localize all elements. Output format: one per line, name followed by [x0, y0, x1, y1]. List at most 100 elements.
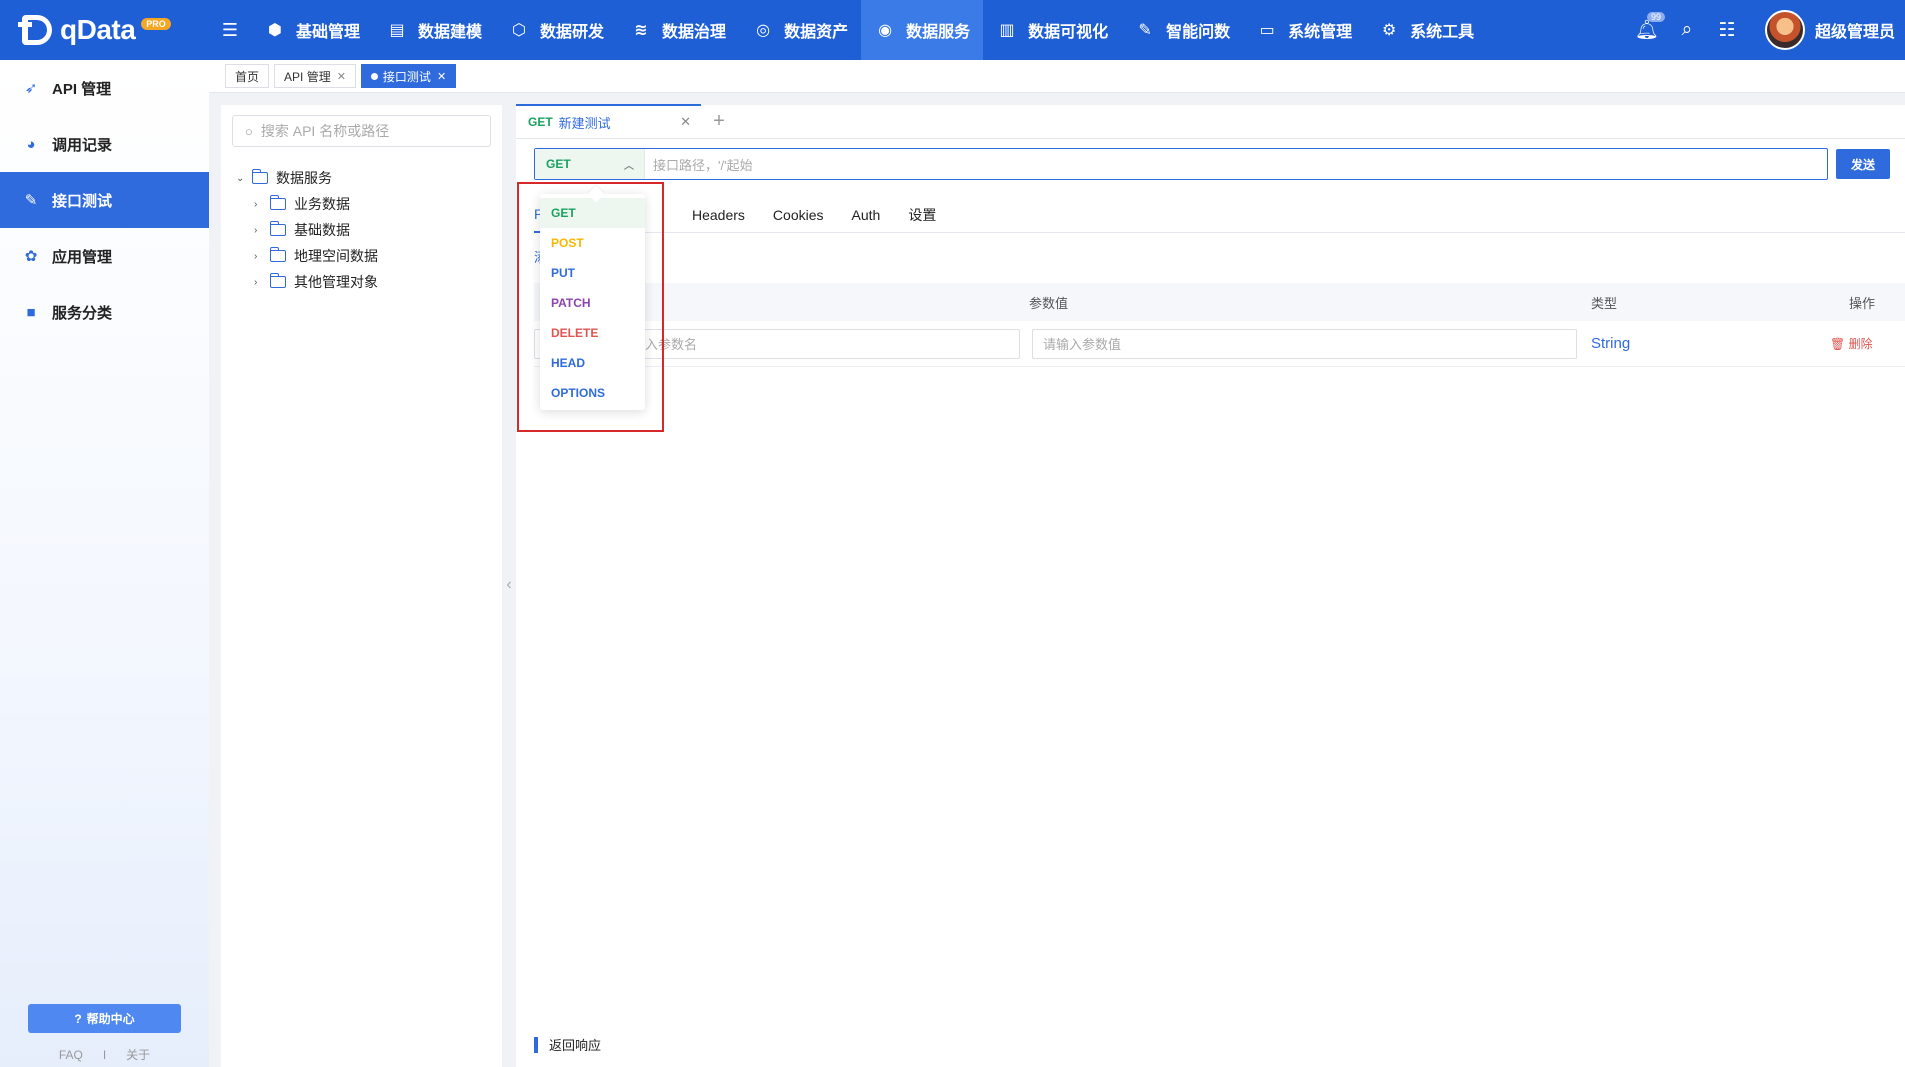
tab-cookies[interactable]: Cookies: [773, 197, 824, 233]
url-bar: GET ︿ 接口路径，'/'起始: [534, 148, 1828, 180]
request-tab-title: 新建测试: [558, 115, 611, 131]
sidebar-item-app-management[interactable]: ✿ 应用管理: [0, 228, 209, 284]
record-icon: ◕: [26, 135, 36, 153]
search-icon: ○: [245, 123, 253, 139]
help-center-button[interactable]: ? 帮助中心: [28, 1004, 181, 1033]
tab-home[interactable]: 首页: [225, 64, 270, 88]
chevron-right-icon[interactable]: ›: [254, 251, 266, 262]
tree-node[interactable]: › 业务数据: [236, 191, 378, 217]
folder-icon: [251, 169, 268, 184]
url-input[interactable]: 接口路径，'/'起始: [645, 155, 753, 174]
apps-icon: ✿: [24, 248, 38, 265]
rocket-icon: ➶: [24, 80, 38, 97]
request-tab-new-test[interactable]: GET 新建测试 ✕: [516, 104, 701, 138]
tab-api-test[interactable]: 接口测试 ✕: [360, 64, 457, 88]
tree-node[interactable]: › 其他管理对象: [236, 269, 378, 295]
tree-node-root[interactable]: ⌄ 数据服务: [236, 165, 378, 191]
about-link[interactable]: 关于: [126, 1048, 150, 1062]
chevron-right-icon[interactable]: ›: [254, 277, 266, 288]
logo-mark-icon: [18, 13, 58, 47]
nav-item-dev[interactable]: ⬡ 数据研发: [495, 0, 617, 60]
table-row: 入参数名 请输入参数值 String 🗑︎ 删除: [534, 321, 1905, 367]
request-tabs: GET 新建测试 ✕ +: [516, 104, 1905, 139]
book-icon: ▤: [389, 22, 405, 39]
footer-separator: I: [102, 1048, 107, 1062]
tree-search-input[interactable]: ○ 搜索 API 名称或路径: [232, 115, 491, 147]
nav-item-system[interactable]: ▭ 系统管理: [1243, 0, 1365, 60]
api-tree-panel: ○ 搜索 API 名称或路径 ⌄ 数据服务 › 业务数据 › 基础数据 › 地理空间数据 …: [221, 105, 502, 1067]
request-panel: GET 新建测试 ✕ + GET ︿ 接口路径，'/'起始 发送 P Heade…: [516, 104, 1905, 1067]
chevron-right-icon[interactable]: ›: [254, 199, 266, 210]
delete-button[interactable]: 🗑︎ 删除: [1830, 335, 1873, 352]
avatar[interactable]: [1764, 10, 1805, 50]
grid-icon[interactable]: ☷: [1707, 0, 1747, 60]
response-section: 返回响应: [534, 1035, 601, 1054]
section-marker: [534, 1036, 538, 1053]
sidebar-item-call-records[interactable]: ◕ 调用记录: [0, 116, 209, 172]
close-icon[interactable]: ✕: [337, 70, 346, 83]
highlight-box: [517, 182, 664, 432]
nav-item-visualization[interactable]: ▥ 数据可视化: [983, 0, 1121, 60]
column-header-type: 类型: [1591, 295, 1618, 311]
tree-node[interactable]: › 地理空间数据: [236, 243, 378, 269]
nav-item-assets[interactable]: ◎ 数据资产: [739, 0, 861, 60]
top-nav: ⬢ 基础管理 ▤ 数据建模 ⬡ 数据研发 ≋ 数据治理 ◎ 数据资产 ◉ 数据服务 ▥ 数据可…: [251, 0, 1487, 60]
test-icon: ✎: [24, 192, 38, 209]
page-tabs-bar: 首页 API 管理 ✕ 接口测试 ✕: [209, 60, 1905, 93]
sidebar-footer: FAQ I 关于: [0, 1046, 209, 1063]
api-tree: ⌄ 数据服务 › 业务数据 › 基础数据 › 地理空间数据 › 其他管理对象: [236, 165, 378, 295]
method-select[interactable]: GET ︿: [535, 149, 645, 179]
chevron-right-icon[interactable]: ›: [254, 225, 266, 236]
brand-name: qData: [60, 14, 136, 45]
request-tab-method: GET: [528, 115, 553, 129]
column-header-actions: 操作: [1849, 295, 1876, 311]
monitor-icon: ▭: [1259, 22, 1275, 39]
logo[interactable]: qData PRO: [0, 0, 209, 60]
request-sub-tabs: P Headers Cookies Auth 设置: [534, 197, 1905, 233]
faq-link[interactable]: FAQ: [59, 1048, 83, 1062]
tree-node[interactable]: › 基础数据: [236, 217, 378, 243]
send-button[interactable]: 发送: [1836, 149, 1890, 179]
menu-toggle-icon[interactable]: ☰: [209, 0, 251, 60]
sidebar-item-api-management[interactable]: ➶ API 管理: [0, 60, 209, 116]
tab-api-management[interactable]: API 管理 ✕: [274, 64, 356, 88]
notification-badge: 99: [1646, 12, 1665, 22]
top-right-actions: 🔔︎ 99 ⌕ ☷ 超级管理员: [1627, 0, 1905, 60]
nav-item-service[interactable]: ◉ 数据服务: [861, 0, 984, 60]
param-type[interactable]: String: [1591, 335, 1630, 352]
database-icon: ≋: [634, 22, 648, 39]
chevron-down-icon[interactable]: ⌄: [236, 173, 248, 184]
username[interactable]: 超级管理员: [1815, 18, 1895, 42]
panel-collapse-handle-icon[interactable]: ‹: [502, 570, 516, 600]
cube-icon: ⬢: [268, 22, 282, 39]
sidebar-item-service-category[interactable]: ■ 服务分类: [0, 284, 209, 340]
table-header: 参数值 类型 操作: [534, 283, 1905, 321]
ai-icon: ✎: [1138, 22, 1152, 39]
nav-item-modeling[interactable]: ▤ 数据建模: [373, 0, 495, 60]
category-icon: ■: [26, 303, 36, 321]
chevron-up-icon: ︿: [624, 160, 634, 172]
param-value-input[interactable]: 请输入参数值: [1032, 328, 1577, 359]
gear-icon: ⚙: [1381, 22, 1397, 39]
bell-icon[interactable]: 🔔︎ 99: [1627, 0, 1667, 60]
add-tab-icon[interactable]: +: [701, 104, 737, 138]
folder-icon: [269, 221, 286, 236]
help-icon: ?: [74, 1011, 82, 1026]
active-dot: [370, 72, 378, 80]
search-icon[interactable]: ⌕: [1667, 0, 1707, 60]
tab-settings[interactable]: 设置: [908, 197, 936, 233]
tab-headers[interactable]: Headers: [692, 197, 745, 233]
sidebar-item-api-test[interactable]: ✎ 接口测试: [0, 172, 209, 228]
folder-icon: [269, 195, 286, 210]
tab-auth[interactable]: Auth: [852, 197, 881, 233]
nav-item-tools[interactable]: ⚙ 系统工具: [1365, 0, 1487, 60]
close-icon[interactable]: ✕: [437, 70, 446, 83]
close-icon[interactable]: ✕: [680, 114, 691, 130]
nav-item-basic[interactable]: ⬢ 基础管理: [251, 0, 373, 60]
nav-item-governance[interactable]: ≋ 数据治理: [617, 0, 739, 60]
column-header-value: 参数值: [1029, 295, 1069, 311]
nav-item-ai-query[interactable]: ✎ 智能问数: [1121, 0, 1243, 60]
folder-icon: [269, 273, 286, 288]
service-icon: ◉: [878, 22, 893, 39]
top-navbar: qData PRO ☰ ⬢ 基础管理 ▤ 数据建模 ⬡ 数据研发 ≋ 数据治理 ◎ 数据资…: [0, 0, 1905, 60]
